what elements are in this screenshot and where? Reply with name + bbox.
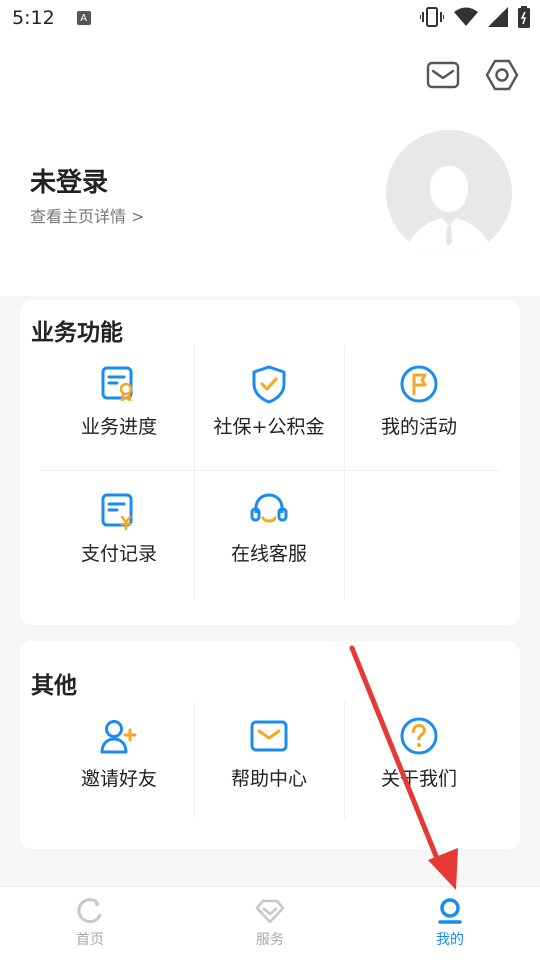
mail-icon[interactable] [426, 60, 460, 90]
mail-help-icon [250, 720, 288, 752]
status-bar: 5:12 A [0, 0, 540, 36]
payment-record-icon [101, 493, 133, 531]
status-time: 5:12 [12, 7, 55, 29]
business-item-label: 社保+公积金 [213, 416, 325, 438]
tab-service[interactable]: 服务 [180, 887, 360, 960]
bottom-tab-bar: 首页 服务 我的 [0, 886, 540, 960]
login-status-title[interactable]: 未登录 [30, 162, 108, 199]
business-section-title: 业务功能 [31, 320, 123, 346]
business-card [20, 300, 520, 625]
tab-label: 首页 [76, 932, 104, 948]
vibrate-icon [420, 7, 444, 27]
business-item-label: 在线客服 [230, 543, 307, 565]
other-item-about-us[interactable]: 关于我们 [344, 716, 494, 791]
tab-label: 服务 [256, 932, 284, 948]
avatar[interactable] [386, 130, 512, 256]
status-icons [420, 6, 530, 28]
flag-icon [400, 365, 438, 403]
business-item-online-service[interactable]: 在线客服 [194, 491, 344, 566]
business-item-progress[interactable]: 业务进度 [44, 364, 194, 439]
signal-icon [488, 7, 508, 27]
add-friend-icon [100, 720, 137, 754]
business-item-payment-record[interactable]: 支付记录 [44, 491, 194, 566]
business-item-label: 支付记录 [80, 543, 157, 565]
default-avatar-icon [386, 130, 512, 256]
shield-check-icon [252, 365, 286, 404]
wifi-icon [454, 7, 478, 26]
person-icon [438, 898, 462, 924]
other-section-title: 其他 [31, 673, 77, 699]
certificate-icon [101, 366, 133, 402]
divider [40, 470, 500, 471]
business-item-social-insurance[interactable]: 社保+公积金 [194, 364, 344, 439]
headset-icon [250, 493, 288, 523]
battery-icon [518, 6, 530, 28]
question-icon [400, 717, 438, 755]
status-indicator: A [76, 11, 91, 25]
other-item-label: 帮助中心 [230, 768, 307, 790]
other-item-label: 关于我们 [380, 768, 457, 790]
tab-mine[interactable]: 我的 [360, 887, 540, 960]
other-item-help-center[interactable]: 帮助中心 [194, 716, 344, 791]
business-item-my-activity[interactable]: 我的活动 [344, 364, 494, 439]
home-ring-icon [77, 898, 102, 924]
diamond-icon [255, 899, 285, 924]
tab-label: 我的 [436, 932, 464, 948]
tab-home[interactable]: 首页 [0, 887, 180, 960]
view-profile-link[interactable]: 查看主页详情 > [30, 203, 145, 227]
business-item-label: 我的活动 [380, 416, 457, 438]
business-item-label: 业务进度 [80, 416, 157, 438]
other-item-label: 邀请好友 [80, 768, 157, 790]
other-item-invite-friends[interactable]: 邀请好友 [44, 716, 194, 791]
gear-icon[interactable] [485, 58, 519, 92]
